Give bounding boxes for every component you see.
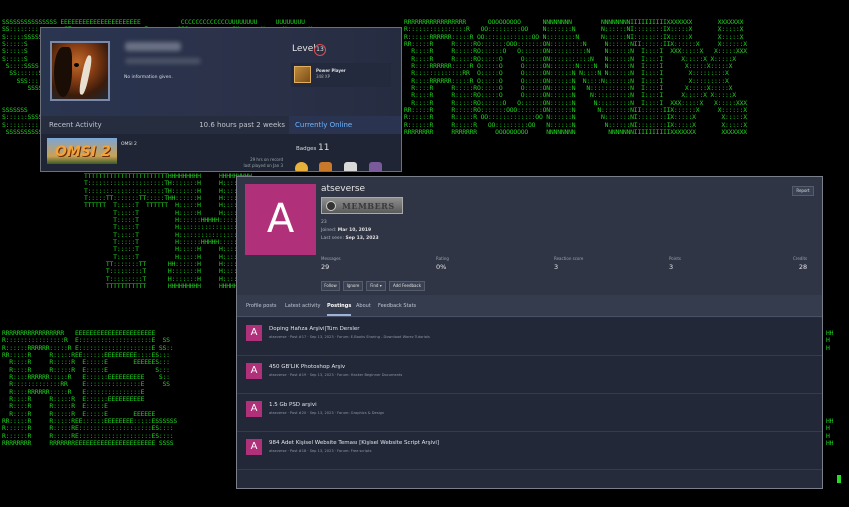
- member-stats: Messages 29 Rating 0% Reaction score 3 Poin…: [321, 256, 816, 276]
- tab-latest-activity[interactable]: Latest activity: [285, 303, 320, 309]
- stat-points[interactable]: Points 3: [669, 256, 681, 271]
- badge-icon[interactable]: [369, 162, 382, 171]
- post-meta: atseverse · Post #18 · Sep 13, 2023 · Fo…: [269, 449, 372, 453]
- tab-feedback-stats[interactable]: Feedback Stats: [378, 303, 416, 309]
- steam-profile-panel: No information given. Level 13 Power Pla…: [40, 27, 402, 172]
- add-feedback-button[interactable]: Add Feedback: [389, 281, 425, 291]
- member-avatar[interactable]: A: [245, 184, 316, 255]
- post-title[interactable]: 984 Adet Kişisel Website Teması [Kişisel…: [269, 440, 439, 446]
- profile-tabs: Profile posts Latest activity Postings A…: [237, 295, 822, 317]
- user-group-label: MEMBERS: [342, 201, 395, 211]
- online-status: Currently Online: [295, 121, 353, 129]
- post-avatar[interactable]: A: [246, 439, 262, 455]
- post-meta: atseverse · Post #19 · Sep 13, 2023 · Fo…: [269, 373, 403, 377]
- badges-section[interactable]: Badges 11: [289, 134, 401, 171]
- members-emblem-icon: [326, 201, 336, 211]
- game-name[interactable]: OMSI 2: [121, 142, 137, 147]
- power-player-icon: [294, 66, 311, 83]
- badges-count: 11: [318, 143, 330, 153]
- list-item[interactable]: A 984 Adet Kişisel Website Teması [Kişis…: [237, 432, 822, 470]
- member-joined: Joined: Mar 10, 2019: [321, 228, 372, 233]
- user-group-banner: MEMBERS: [321, 197, 403, 214]
- game-capsule-image[interactable]: OMSI 2: [47, 138, 117, 164]
- badge-xp: 348 XP: [316, 74, 331, 79]
- badge-icon[interactable]: [344, 162, 357, 171]
- post-avatar[interactable]: A: [246, 325, 262, 341]
- online-status-bar: Currently Online: [289, 116, 401, 134]
- ignore-button[interactable]: Ignore: [343, 281, 363, 291]
- stat-messages[interactable]: Messages 29: [321, 256, 341, 271]
- recent-game-row[interactable]: OMSI 2 OMSI 2 29 hrs on record last play…: [41, 134, 289, 171]
- post-title[interactable]: Doping Hafıza Arşivi|Tüm Dersler: [269, 326, 360, 332]
- post-meta: atseverse · Post #20 · Sep 13, 2023 · Fo…: [269, 411, 385, 415]
- level-label: Level: [292, 44, 316, 54]
- list-item[interactable]: A 450 GB'LIK Photoshop Arşiv atseverse ·…: [237, 356, 822, 394]
- forum-profile-panel: A atseverse MEMBERS 23 Joined: Mar 10, 2…: [236, 176, 823, 489]
- recent-activity-header: Recent Activity 10.6 hours past 2 weeks: [41, 116, 289, 134]
- member-username: atseverse: [321, 184, 366, 194]
- ascii-art-bottom-left: RRRRRRRRRRRRRRRRR EEEEEEEEEEEEEEEEEEEEEE…: [2, 329, 178, 448]
- horse-avatar[interactable]: [50, 41, 110, 101]
- stat-reaction-score[interactable]: Reaction score 3: [554, 256, 583, 271]
- post-avatar[interactable]: A: [246, 401, 262, 417]
- tab-postings[interactable]: Postings: [327, 303, 352, 316]
- ascii-art-top-right: RRRRRRRRRRRRRRRRR OOOOOOOOO NNNNNNNN NNN…: [404, 18, 747, 137]
- level-badge[interactable]: 13: [314, 44, 326, 56]
- badges-label[interactable]: Badges: [296, 146, 316, 152]
- member-age: 23: [321, 220, 327, 225]
- tab-profile-posts[interactable]: Profile posts: [246, 303, 277, 309]
- stat-rating: Rating 0%: [436, 256, 449, 271]
- post-avatar[interactable]: A: [246, 363, 262, 379]
- stat-credits: Credits 28: [793, 256, 808, 271]
- badge-icon[interactable]: [319, 162, 332, 171]
- game-logo: OMSI 2: [55, 144, 111, 160]
- profile-summary: No information given.: [124, 75, 173, 80]
- follow-button[interactable]: Follow: [321, 281, 340, 291]
- featured-badge[interactable]: Power Player 348 XP: [291, 63, 391, 87]
- recent-activity-title: Recent Activity: [49, 121, 102, 129]
- blurred-username: [125, 42, 181, 51]
- post-meta: atseverse · Post #17 · Sep 13, 2023 · Fo…: [269, 335, 430, 339]
- tab-about[interactable]: About: [356, 303, 371, 309]
- ascii-art-middle: TTTTTTTTTTTTTTTTTTTTTTTHHHHHHHHH HHHHHHH…: [84, 172, 252, 291]
- list-item[interactable]: A Doping Hafıza Arşivi|Tüm Dersler atsev…: [237, 318, 822, 356]
- list-item[interactable]: A 1.5 Gb PSD arşivi atseverse · Post #20…: [237, 394, 822, 432]
- game-hours: 29 hrs on record: [250, 157, 283, 162]
- find-dropdown-button[interactable]: Find ▾: [366, 281, 386, 291]
- game-last-played: last played on Jan 3: [243, 163, 283, 168]
- report-button[interactable]: Report: [792, 186, 814, 196]
- recent-hours: 10.6 hours past 2 weeks: [199, 121, 285, 129]
- member-last-seen: Last seen: Sep 13, 2023: [321, 236, 379, 241]
- badge-icon[interactable]: [295, 162, 308, 171]
- post-title[interactable]: 450 GB'LIK Photoshop Arşiv: [269, 364, 345, 370]
- cursor-block: [837, 475, 841, 483]
- badge-name: Power Player: [316, 68, 346, 73]
- post-title[interactable]: 1.5 Gb PSD arşivi: [269, 402, 317, 408]
- blurred-subtitle: [125, 58, 201, 64]
- ascii-art-right-edge: HH H H HH H H HH: [826, 329, 834, 448]
